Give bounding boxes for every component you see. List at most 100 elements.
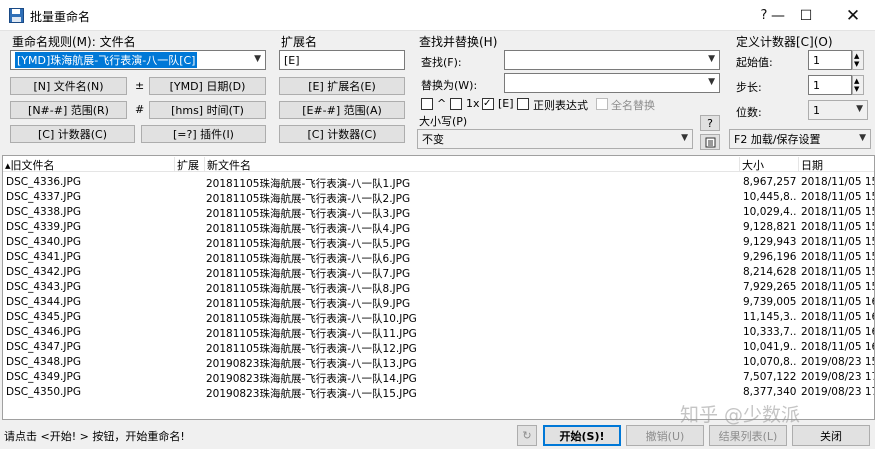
case-label: 大小写(P)	[419, 115, 468, 128]
date-cell: 2018/11/05 15:	[801, 236, 875, 248]
chevron-down-icon[interactable]: ▼	[859, 133, 866, 143]
chevron-down-icon[interactable]: ▼	[681, 133, 688, 143]
extension-checkbox[interactable]	[482, 98, 494, 110]
table-row[interactable]: DSC_4345.JPG 20181105珠海航展-飞行表演-八一队10.JPG 1…	[3, 311, 874, 326]
table-row[interactable]: DSC_4343.JPG 20181105珠海航展-飞行表演-八一队8.JPG 7,…	[3, 281, 874, 296]
maximize-icon[interactable]: ☐	[784, 0, 828, 31]
refresh-button[interactable]: ↻	[517, 425, 537, 446]
old-name-cell: DSC_4344.JPG	[6, 296, 81, 308]
full-name-checkbox[interactable]	[596, 98, 608, 110]
table-row[interactable]: DSC_4348.JPG 20190823珠海航展-飞行表演-八一队13.JPG 1…	[3, 356, 874, 371]
once-checkbox[interactable]	[450, 98, 462, 110]
insert-counter-button[interactable]: [C] 计数器(C)	[10, 125, 135, 143]
date-cell: 2018/11/05 16:	[801, 296, 875, 308]
table-row[interactable]: DSC_4341.JPG 20181105珠海航展-飞行表演-八一队6.JPG 9,…	[3, 251, 874, 266]
table-row[interactable]: DSC_4349.JPG 20190823珠海航展-飞行表演-八一队14.JPG 7…	[3, 371, 874, 386]
find-replace-label: 查找并替换(H)	[419, 35, 498, 49]
old-name-cell: DSC_4348.JPG	[6, 356, 81, 368]
old-name-cell: DSC_4346.JPG	[6, 326, 81, 338]
start-button[interactable]: 开始(S)!	[543, 425, 621, 446]
replace-combo[interactable]: ▼	[504, 73, 720, 93]
load-save-combo[interactable]: F2 加载/保存设置 ▼	[729, 129, 871, 149]
insert-name-range-button[interactable]: [N#-#] 范围(R)	[10, 101, 127, 119]
regex-checkbox-label: 正则表达式	[533, 99, 588, 112]
clipboard-icon	[705, 137, 715, 147]
clipboard-button[interactable]	[700, 134, 720, 150]
size-cell: 9,129,943	[743, 236, 796, 248]
chevron-down-icon[interactable]: ▼	[708, 77, 715, 87]
chevron-down-icon[interactable]: ▼	[856, 104, 863, 114]
date-cell: 2019/08/23 15:	[801, 356, 875, 368]
chevron-down-icon[interactable]: ▼	[708, 54, 715, 64]
counter-label: 定义计数器[C](O)	[736, 35, 833, 49]
spin-down-icon[interactable]: ▼	[854, 85, 859, 93]
header-date[interactable]: 日期	[799, 157, 874, 172]
header-old-name[interactable]: ▴旧文件名	[3, 157, 175, 172]
insert-time-button[interactable]: [hms] 时间(T)	[149, 101, 266, 119]
table-row[interactable]: DSC_4336.JPG 20181105珠海航展-飞行表演-八一队1.JPG 8,…	[3, 176, 874, 191]
new-name-cell: 20181105珠海航展-飞行表演-八一队7.JPG	[206, 268, 411, 280]
start-value-label: 起始值:	[736, 56, 773, 69]
table-row[interactable]: DSC_4338.JPG 20181105珠海航展-飞行表演-八一队3.JPG 10…	[3, 206, 874, 221]
spin-up-icon[interactable]: ▲	[854, 52, 859, 60]
header-size[interactable]: 大小	[740, 157, 799, 172]
extension-input[interactable]: [E]	[279, 50, 405, 70]
start-value-spinner[interactable]: ▲ ▼	[852, 50, 864, 70]
header-extension[interactable]: 扩展	[175, 157, 205, 172]
insert-extension-counter-button[interactable]: [C] 计数器(C)	[279, 125, 405, 143]
date-cell: 2018/11/05 16:	[801, 341, 875, 353]
file-list[interactable]: ▴旧文件名 扩展 新文件名 大小 日期 DSC_4336.JPG 20181105…	[2, 155, 875, 420]
spin-down-icon[interactable]: ▼	[854, 60, 859, 68]
results-list-button[interactable]: 结果列表(L)	[709, 425, 787, 446]
table-row[interactable]: DSC_4347.JPG 20181105珠海航展-飞行表演-八一队12.JPG 1…	[3, 341, 874, 356]
new-name-cell: 20181105珠海航展-飞行表演-八一队2.JPG	[206, 193, 411, 205]
help-button[interactable]: ?	[700, 115, 720, 131]
insert-extension-button[interactable]: [E] 扩展名(E)	[279, 77, 405, 95]
insert-filename-button[interactable]: [N] 文件名(N)	[10, 77, 127, 95]
new-name-cell: 20181105珠海航展-飞行表演-八一队9.JPG	[206, 298, 411, 310]
size-cell: 10,041,9...	[743, 341, 796, 353]
size-cell: 10,029,4...	[743, 206, 796, 218]
table-row[interactable]: DSC_4346.JPG 20181105珠海航展-飞行表演-八一队11.JPG 1…	[3, 326, 874, 341]
close-window-icon[interactable]: ✕	[831, 0, 875, 31]
new-name-cell: 20181105珠海航展-飞行表演-八一队10.JPG	[206, 313, 417, 325]
rename-rule-combo[interactable]: [YMD]珠海航展-飞行表演-八一队[C] ▼	[10, 50, 266, 70]
table-row[interactable]: DSC_4337.JPG 20181105珠海航展-飞行表演-八一队2.JPG 10…	[3, 191, 874, 206]
regex-checkbox[interactable]	[517, 98, 529, 110]
table-row[interactable]: DSC_4342.JPG 20181105珠海航展-飞行表演-八一队7.JPG 8,…	[3, 266, 874, 281]
step-input[interactable]: 1	[808, 75, 852, 95]
rename-rule-label: 重命名规则(M): 文件名	[12, 35, 136, 49]
start-value-input[interactable]: 1	[808, 50, 852, 70]
table-row[interactable]: DSC_4344.JPG 20181105珠海航展-飞行表演-八一队9.JPG 9,…	[3, 296, 874, 311]
size-cell: 8,377,340	[743, 386, 796, 398]
date-cell: 2018/11/05 15:	[801, 221, 875, 233]
old-name-cell: DSC_4345.JPG	[6, 311, 81, 323]
caret-checkbox-label: ^	[437, 97, 447, 110]
spin-up-icon[interactable]: ▲	[854, 77, 859, 85]
find-combo[interactable]: ▼	[504, 50, 720, 70]
extension-label: 扩展名	[281, 35, 318, 49]
size-cell: 10,333,7...	[743, 326, 796, 338]
old-name-cell: DSC_4343.JPG	[6, 281, 81, 293]
close-button[interactable]: 关闭	[792, 425, 870, 446]
insert-plugin-button[interactable]: [=?] 插件(I)	[141, 125, 266, 143]
table-row[interactable]: DSC_4340.JPG 20181105珠海航展-飞行表演-八一队5.JPG 9,…	[3, 236, 874, 251]
case-combo[interactable]: 不变 ▼	[417, 129, 693, 149]
header-new-name[interactable]: 新文件名	[205, 157, 740, 172]
old-name-cell: DSC_4341.JPG	[6, 251, 81, 263]
insert-extension-range-button[interactable]: [E#-#] 范围(A)	[279, 101, 405, 119]
caret-checkbox[interactable]	[421, 98, 433, 110]
new-name-cell: 20190823珠海航展-飞行表演-八一队13.JPG	[206, 358, 417, 370]
size-cell: 11,145,3...	[743, 311, 796, 323]
table-row[interactable]: DSC_4350.JPG 20190823珠海航展-飞行表演-八一队15.JPG 8…	[3, 386, 874, 401]
load-save-label: F2 加载/保存设置	[734, 133, 821, 146]
digits-combo[interactable]: 1 ▼	[808, 100, 868, 120]
insert-date-button[interactable]: [YMD] 日期(D)	[149, 77, 266, 95]
undo-button[interactable]: 撤销(U)	[626, 425, 704, 446]
new-name-cell: 20181105珠海航展-飞行表演-八一队11.JPG	[206, 328, 417, 340]
hash-separator: #	[135, 103, 145, 116]
chevron-down-icon[interactable]: ▼	[254, 54, 261, 64]
old-name-cell: DSC_4340.JPG	[6, 236, 81, 248]
step-spinner[interactable]: ▲ ▼	[852, 75, 864, 95]
table-row[interactable]: DSC_4339.JPG 20181105珠海航展-飞行表演-八一队4.JPG 9,…	[3, 221, 874, 236]
